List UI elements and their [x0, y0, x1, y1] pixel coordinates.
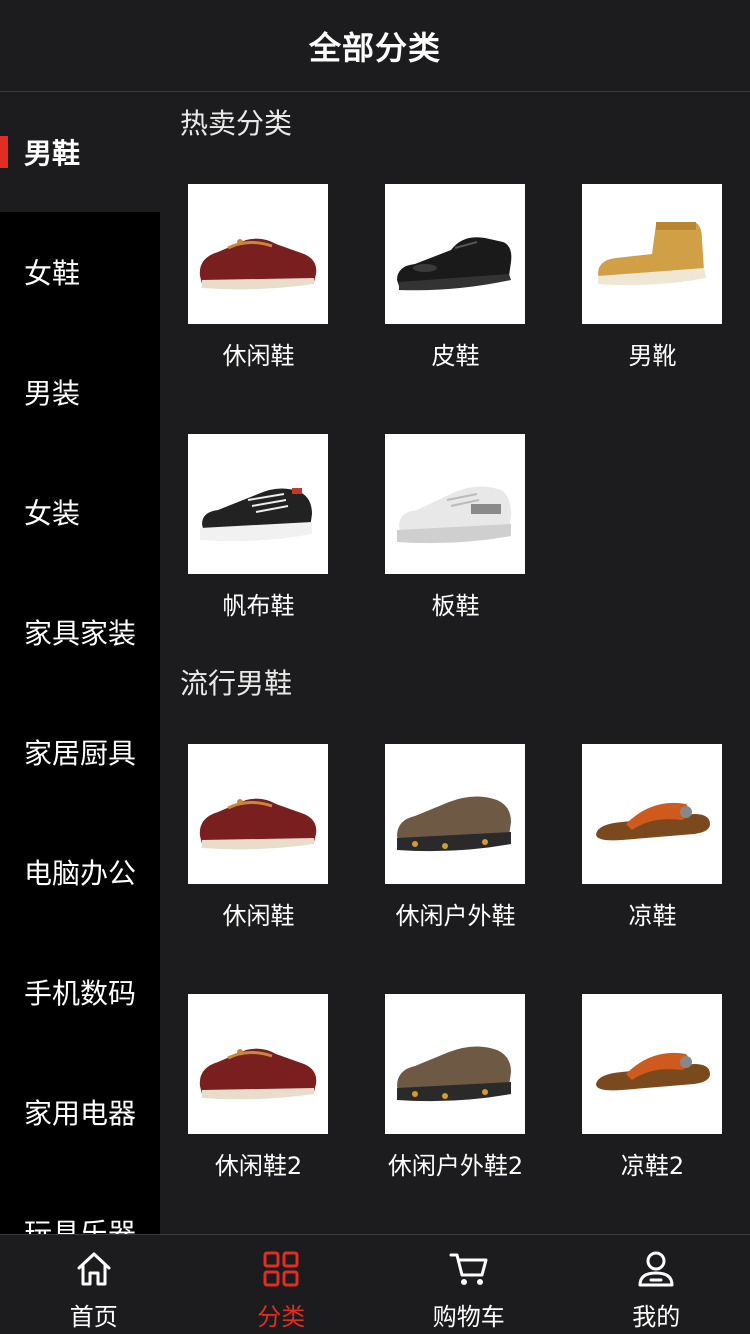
- sidebar-item-womens-clothing[interactable]: 女装: [0, 452, 160, 572]
- app-root: 全部分类 男鞋 女鞋 男装 女装 家具家装 家居厨具 电脑办公 手机数码 家用电…: [0, 0, 750, 1334]
- black-oxford-image: [385, 184, 525, 324]
- user-icon: [638, 1251, 674, 1287]
- section-title: 流行男鞋: [180, 667, 293, 700]
- product-tile[interactable]: 休闲户外鞋2: [357, 994, 554, 1194]
- sidebar-item-label: 玩具乐器: [24, 1217, 137, 1234]
- sidebar-item-label: 女鞋: [24, 257, 81, 290]
- black-canvas-sneaker-image: [188, 434, 328, 574]
- orange-sandal-image: [582, 744, 722, 884]
- red-loafer-image: [188, 184, 328, 324]
- sidebar-item-label: 男鞋: [24, 137, 81, 170]
- product-name: 休闲鞋: [222, 342, 295, 370]
- product-name: 皮鞋: [431, 342, 480, 370]
- tab-label: 购物车: [432, 1303, 505, 1331]
- sidebar-item-furniture[interactable]: 家具家装: [0, 572, 160, 692]
- sidebar-item-label: 家具家装: [24, 617, 137, 650]
- tab-cart[interactable]: 购物车: [375, 1235, 563, 1334]
- bottom-tab-bar: 首页 分类 购物车 我的: [0, 1234, 750, 1334]
- category-content[interactable]: 热卖分类 休闲鞋 皮鞋 男靴 帆布鞋 板鞋 流行男鞋 休闲鞋 休闲户外鞋 凉鞋 …: [160, 92, 750, 1234]
- product-name: 休闲户外鞋: [395, 902, 516, 930]
- product-tile[interactable]: 休闲鞋2: [160, 994, 357, 1194]
- tab-label: 分类: [257, 1303, 306, 1331]
- product-name: 休闲鞋2: [214, 1152, 303, 1180]
- cart-icon: [449, 1253, 488, 1285]
- product-name: 板鞋: [431, 592, 480, 620]
- tab-home[interactable]: 首页: [0, 1235, 188, 1334]
- product-tile[interactable]: 休闲鞋: [160, 184, 357, 384]
- sidebar-item-label: 男装: [24, 377, 81, 410]
- orange-sandal-image: [582, 994, 722, 1134]
- brown-outdoor-shoe-image: [385, 994, 525, 1134]
- red-loafer-image: [188, 744, 328, 884]
- home-icon: [77, 1252, 111, 1286]
- product-name: 凉鞋: [628, 902, 677, 930]
- product-tile[interactable]: 皮鞋: [357, 184, 554, 384]
- product-tile[interactable]: 凉鞋2: [554, 994, 750, 1194]
- tab-label: 我的: [632, 1303, 681, 1331]
- sidebar-item-mens-clothing[interactable]: 男装: [0, 332, 160, 452]
- product-name: 帆布鞋: [222, 592, 295, 620]
- product-name: 休闲户外鞋2: [387, 1152, 524, 1180]
- product-name: 凉鞋2: [620, 1152, 685, 1180]
- red-loafer-image: [188, 994, 328, 1134]
- product-tile[interactable]: 帆布鞋: [160, 434, 357, 634]
- sidebar-item-phones-digital[interactable]: 手机数码: [0, 932, 160, 1052]
- tan-boot-image: [582, 184, 722, 324]
- category-sidebar[interactable]: 男鞋 女鞋 男装 女装 家具家装 家居厨具 电脑办公 手机数码 家用电器 玩具乐…: [0, 92, 160, 1234]
- sidebar-item-home-appliances[interactable]: 家用电器: [0, 1052, 160, 1172]
- sidebar-item-mens-shoes[interactable]: 男鞋: [0, 92, 160, 212]
- product-name: 男靴: [628, 342, 677, 370]
- tab-label: 首页: [69, 1303, 118, 1331]
- page-title: 全部分类: [308, 28, 441, 67]
- brown-outdoor-shoe-image: [385, 744, 525, 884]
- sidebar-item-womens-shoes[interactable]: 女鞋: [0, 212, 160, 332]
- sidebar-item-label: 家用电器: [24, 1097, 137, 1130]
- sidebar-item-kitchenware[interactable]: 家居厨具: [0, 692, 160, 812]
- sidebar-item-label: 女装: [24, 497, 81, 530]
- sidebar-item-label: 手机数码: [24, 977, 137, 1010]
- header-bar: 全部分类: [0, 0, 750, 92]
- product-name: 休闲鞋: [222, 902, 295, 930]
- product-tile[interactable]: 板鞋: [357, 434, 554, 634]
- sidebar-item-label: 电脑办公: [24, 857, 137, 890]
- sidebar-item-toys-instruments[interactable]: 玩具乐器: [0, 1172, 160, 1234]
- product-tile[interactable]: 休闲户外鞋: [357, 744, 554, 944]
- white-skate-shoe-image: [385, 434, 525, 574]
- category-icon: [263, 1251, 299, 1287]
- section-title: 热卖分类: [180, 107, 293, 140]
- tab-me[interactable]: 我的: [563, 1235, 750, 1334]
- product-tile[interactable]: 男靴: [554, 184, 750, 384]
- product-tile[interactable]: 休闲鞋: [160, 744, 357, 944]
- product-tile[interactable]: 凉鞋: [554, 744, 750, 944]
- sidebar-item-computer-office[interactable]: 电脑办公: [0, 812, 160, 932]
- sidebar-item-label: 家居厨具: [24, 737, 137, 770]
- tab-category[interactable]: 分类: [188, 1235, 376, 1334]
